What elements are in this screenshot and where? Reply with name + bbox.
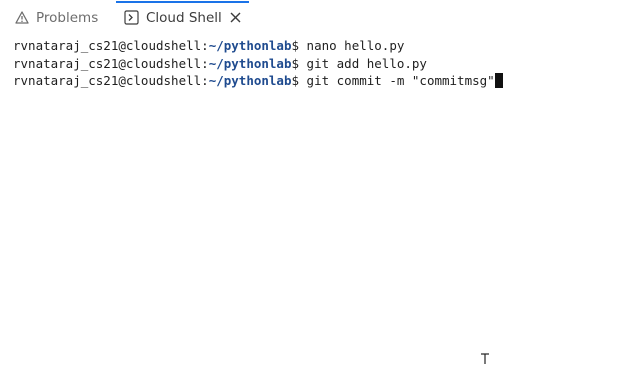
command-text: git add hello.py: [299, 55, 427, 71]
terminal-cursor: [494, 73, 503, 88]
terminal-line: rvnataraj_cs21@cloudshell:~/pythonlab$ g…: [13, 72, 633, 90]
prompt-symbol: $: [291, 38, 300, 53]
prompt-path: ~/pythonlab: [208, 55, 292, 71]
terminal-line: rvnataraj_cs21@cloudshell:~/pythonlab$ n…: [13, 38, 405, 53]
terminal-icon: [124, 10, 139, 25]
tab-problems[interactable]: Problems: [15, 3, 98, 32]
tab-problems-label: Problems: [36, 9, 99, 26]
mouse-ibeam-cursor-icon: [480, 349, 490, 364]
prompt-symbol: $: [291, 55, 300, 71]
tab-cloud-shell[interactable]: Cloud Shell: [116, 1, 249, 32]
terminal-line: rvnataraj_cs21@cloudshell:~/pythonlab$ g…: [13, 55, 427, 71]
prompt-path: ~/pythonlab: [208, 38, 292, 53]
prompt-user: rvnataraj_cs21@cloudshell: [13, 73, 202, 88]
close-icon[interactable]: [230, 12, 241, 23]
tab-cloud-shell-label: Cloud Shell: [146, 9, 222, 26]
prompt-path: ~/pythonlab: [208, 73, 292, 88]
prompt-user: rvnataraj_cs21@cloudshell: [13, 55, 202, 71]
warning-icon: [15, 11, 29, 24]
command-text: git commit -m "commitmsg": [299, 73, 495, 88]
command-text: nano hello.py: [299, 38, 405, 53]
prompt-user: rvnataraj_cs21@cloudshell: [13, 38, 202, 53]
terminal-output[interactable]: rvnataraj_cs21@cloudshell:~/pythonlab$ n…: [13, 37, 633, 90]
prompt-symbol: $: [291, 73, 300, 88]
panel-tab-bar: Problems Cloud Shell: [0, 0, 640, 34]
